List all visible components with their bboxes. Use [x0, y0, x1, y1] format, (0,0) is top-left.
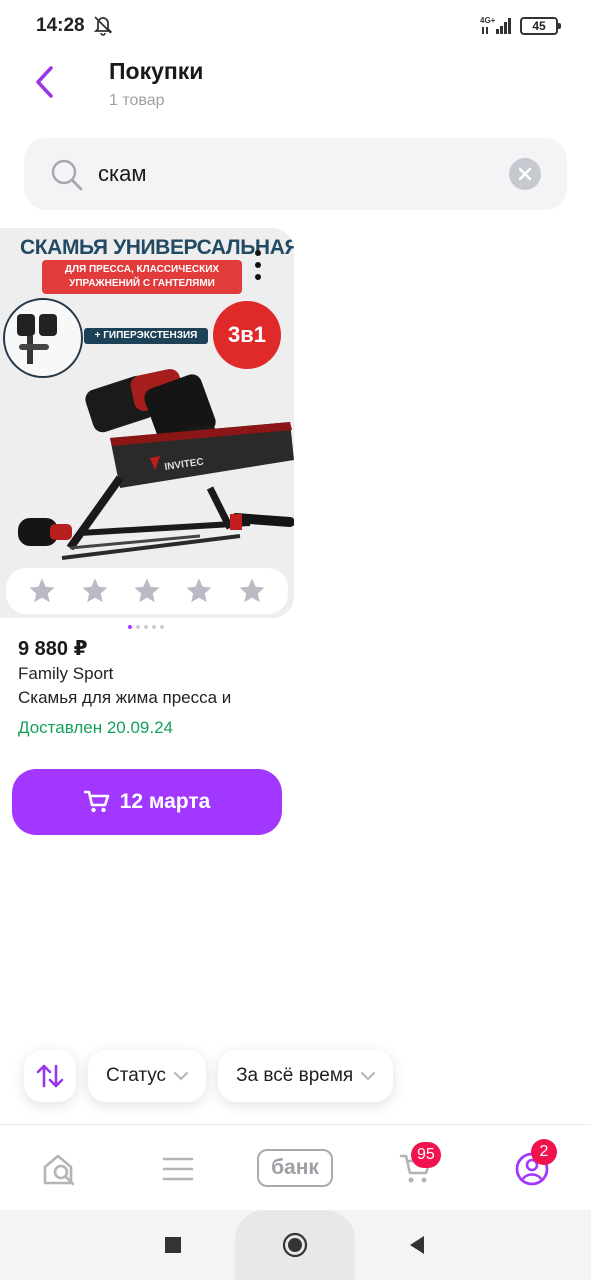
close-icon	[518, 167, 532, 181]
network-type: 4G+	[480, 16, 496, 25]
pagination-dot	[160, 625, 164, 629]
home-icon[interactable]	[282, 1232, 308, 1258]
star-icon[interactable]	[27, 576, 57, 606]
dot	[255, 250, 261, 256]
search-bar[interactable]	[24, 138, 567, 210]
cart-count-badge: 95	[411, 1142, 441, 1168]
back-button[interactable]	[22, 60, 66, 104]
home-search-icon	[43, 1154, 75, 1186]
product-card[interactable]: СКАМЬЯ УНИВЕРСАЛЬНАЯ ДЛЯ ПРЕССА, КЛАССИЧ…	[0, 228, 294, 618]
rating-bar[interactable]	[6, 568, 288, 614]
sort-button[interactable]	[24, 1050, 76, 1102]
add-to-cart-label: 12 марта	[119, 790, 211, 813]
star-icon[interactable]	[132, 576, 162, 606]
profile-badge: 2	[531, 1139, 557, 1165]
clear-search-button[interactable]	[509, 158, 541, 190]
search-icon	[51, 159, 83, 191]
page-subtitle: 1 товар	[109, 92, 165, 109]
status-filter-label: Статус	[106, 1065, 167, 1086]
bench-illustration: INVITEC	[18, 369, 294, 560]
star-icon[interactable]	[80, 576, 110, 606]
nav-bank[interactable]: банк	[257, 1149, 333, 1187]
back-triangle-icon[interactable]	[404, 1232, 430, 1258]
pagination-dot	[128, 625, 132, 629]
chevron-down-icon	[361, 1072, 376, 1081]
delivery-status: Доставлен 20.09.24	[18, 718, 174, 737]
system-navigation	[0, 1210, 591, 1280]
pagination-dot	[152, 625, 156, 629]
chevron-left-icon	[36, 66, 53, 98]
star-icon[interactable]	[184, 576, 214, 606]
image-pagination	[128, 625, 164, 629]
menu-icon	[162, 1157, 194, 1181]
nav-catalog[interactable]	[154, 1145, 202, 1193]
sort-icon	[36, 1064, 64, 1088]
recent-apps-icon[interactable]	[160, 1232, 186, 1258]
product-brand: Family Sport	[18, 664, 114, 683]
page-title: Покупки	[109, 58, 204, 84]
product-image[interactable]: СКАМЬЯ УНИВЕРСАЛЬНАЯ ДЛЯ ПРЕССА, КЛАССИЧ…	[0, 228, 294, 618]
battery-indicator: 45	[520, 17, 561, 35]
status-time: 14:28	[36, 15, 85, 36]
dot	[255, 262, 261, 268]
dot	[255, 274, 261, 280]
filter-row: Статус За всё время	[24, 1050, 394, 1102]
period-filter[interactable]: За всё время	[218, 1050, 394, 1102]
product-price: 9 880 ₽	[18, 638, 88, 660]
pagination-dot	[144, 625, 148, 629]
image-subbanner: ДЛЯ ПРЕССА, КЛАССИЧЕСКИХ УПРАЖНЕНИЙ С ГА…	[42, 260, 242, 294]
nav-home[interactable]	[36, 1145, 84, 1193]
search-input[interactable]	[98, 156, 498, 192]
product-name[interactable]: Скамья для жима пресса и	[18, 688, 231, 708]
add-to-cart-button[interactable]: 12 марта	[12, 769, 282, 835]
star-icon[interactable]	[237, 576, 267, 606]
more-options-button[interactable]	[247, 248, 269, 282]
chevron-down-icon	[174, 1072, 189, 1081]
pagination-dot	[136, 625, 140, 629]
signal-icon: 4G+	[480, 16, 511, 34]
bottom-navigation: банк 95 2	[0, 1124, 591, 1210]
status-filter[interactable]: Статус	[88, 1050, 207, 1102]
cart-icon	[83, 790, 109, 813]
status-bar: 14:28 4G+ 45	[0, 0, 591, 52]
bell-muted-icon	[93, 16, 113, 36]
period-filter-label: За всё время	[236, 1065, 354, 1086]
